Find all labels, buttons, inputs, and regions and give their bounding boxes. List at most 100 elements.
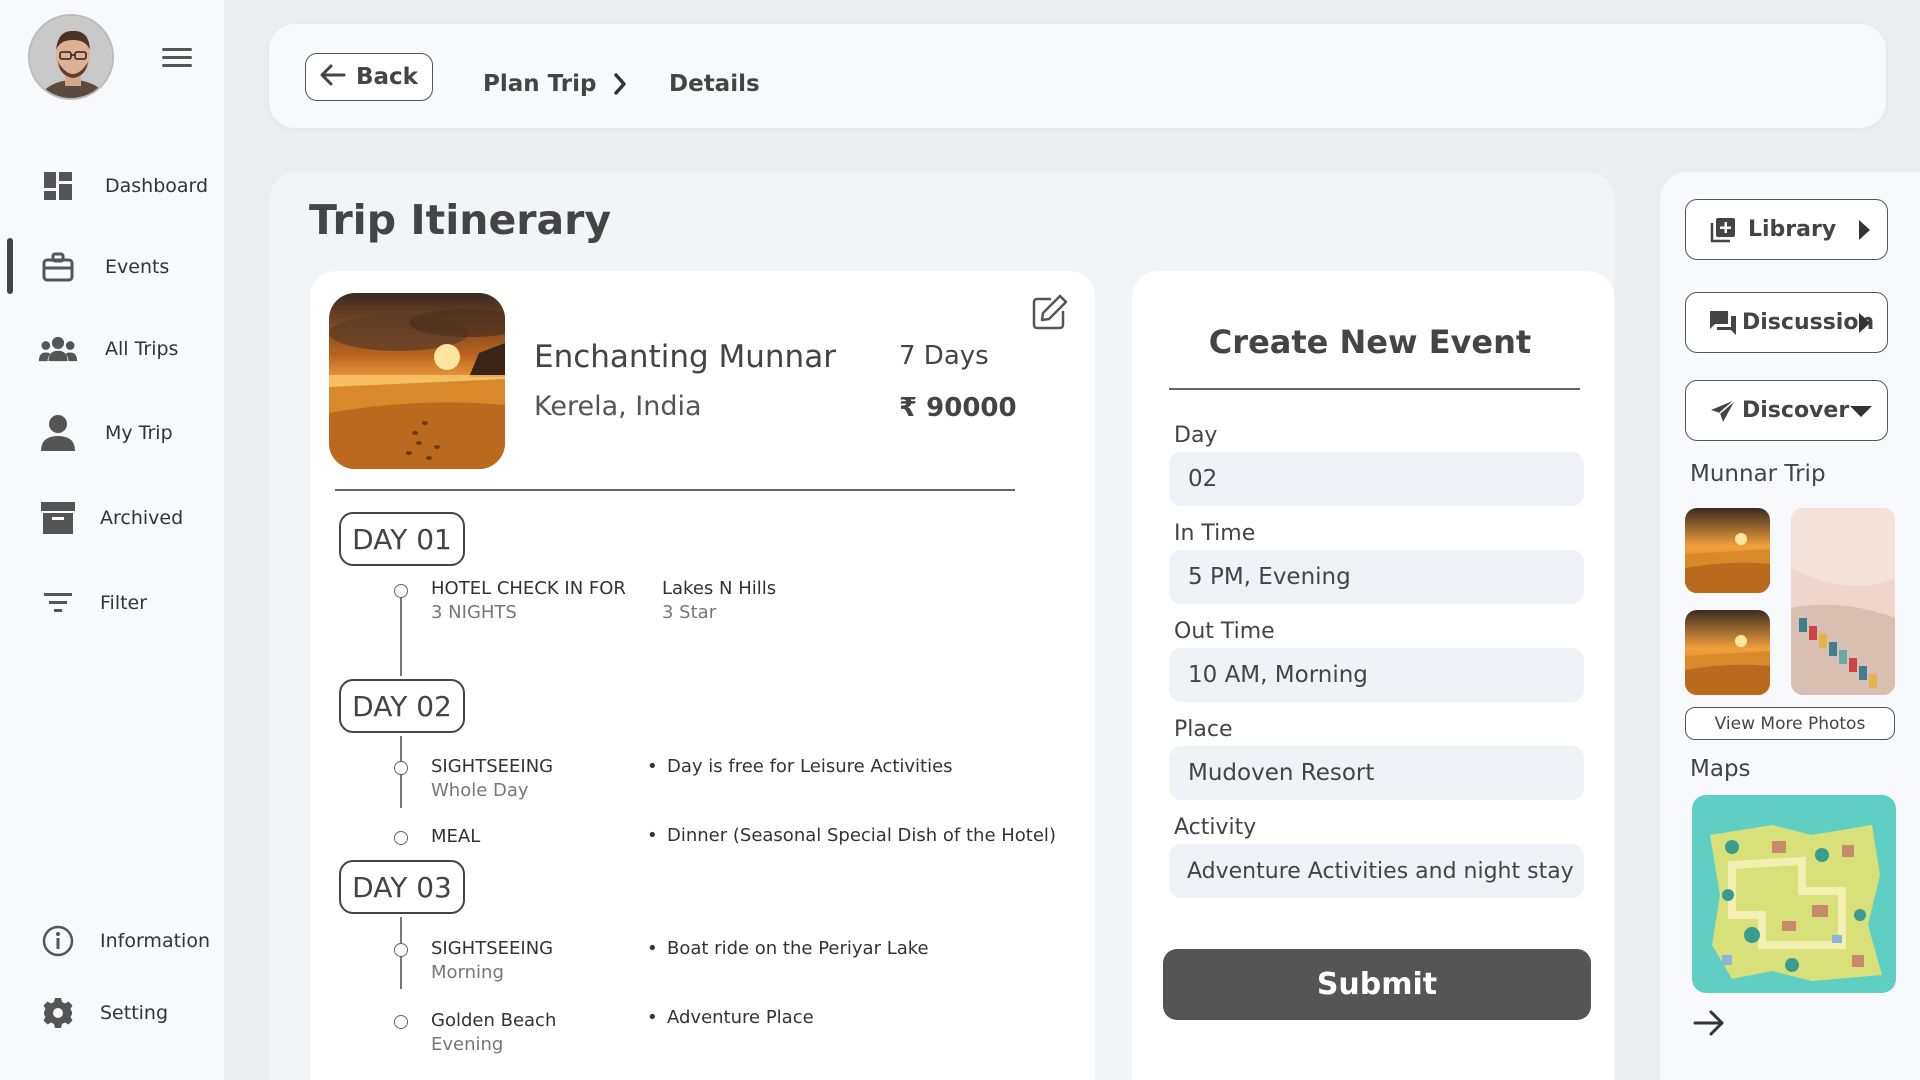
view-more-photos-button[interactable]: View More Photos — [1685, 707, 1895, 740]
page-title: Trip Itinerary — [309, 196, 612, 244]
sidebar-item-events[interactable]: Events — [0, 241, 224, 293]
discussion-button[interactable]: Discussion — [1685, 292, 1888, 353]
bullet: • — [647, 1007, 658, 1028]
event-note: Dinner (Seasonal Special Dish of the Hot… — [667, 825, 1056, 846]
discover-label: Discover — [1742, 398, 1850, 423]
form-title: Create New Event — [1208, 323, 1532, 361]
event-subtitle: Morning — [431, 962, 504, 983]
event-subtitle: 3 NIGHTS — [431, 602, 517, 623]
timeline-dot — [394, 1015, 408, 1029]
edit-icon[interactable] — [1031, 293, 1069, 331]
caret-right-icon — [1855, 219, 1873, 241]
timeline-dot — [394, 584, 408, 598]
library-label: Library — [1748, 217, 1837, 242]
event-note: Day is free for Leisure Activities — [667, 756, 953, 777]
breadcrumb-plan-trip[interactable]: Plan Trip — [483, 71, 597, 97]
activity-field[interactable]: Adventure Activities and night stay — [1169, 844, 1584, 898]
event-title: SIGHTSEEING — [431, 756, 554, 777]
event-subtitle: Whole Day — [431, 780, 529, 801]
sidebar-item-label: All Trips — [105, 338, 179, 360]
briefcase-icon — [38, 247, 78, 287]
sidebar-item-label: Setting — [100, 1002, 169, 1024]
bullet: • — [647, 938, 658, 959]
user-avatar[interactable] — [28, 14, 114, 100]
in-time-field[interactable]: 5 PM, Evening — [1169, 550, 1584, 604]
filter-icon — [38, 583, 78, 623]
in-time-label: In Time — [1174, 521, 1256, 546]
timeline-dot — [394, 831, 408, 845]
divider — [1169, 388, 1580, 390]
maps-title: Maps — [1690, 756, 1751, 782]
sidebar-item-all-trips[interactable]: All Trips — [0, 323, 224, 375]
sidebar-item-label: Filter — [100, 592, 148, 614]
submit-button[interactable]: Submit — [1163, 949, 1591, 1020]
timeline-dot — [394, 943, 408, 957]
event-note: Boat ride on the Periyar Lake — [667, 938, 929, 959]
menu-icon[interactable] — [162, 48, 192, 70]
day-label: Day — [1174, 423, 1218, 448]
bullet: • — [647, 756, 658, 777]
day-badge: DAY 01 — [339, 512, 465, 566]
sidebar-item-dashboard[interactable]: Dashboard — [0, 160, 224, 212]
chat-icon — [1709, 309, 1737, 337]
sidebar-item-label: Archived — [100, 507, 184, 529]
arrow-left-icon — [320, 64, 346, 90]
sidebar-item-information[interactable]: Information — [0, 915, 224, 967]
event-note: Adventure Place — [667, 1007, 814, 1028]
sidebar-item-label: My Trip — [105, 422, 173, 444]
itinerary-card: Enchanting Munnar Kerela, India 7 Days ₹… — [310, 271, 1095, 1080]
sidebar-item-my-trip[interactable]: My Trip — [0, 407, 224, 459]
event-detail-sub: 3 Star — [662, 602, 717, 623]
sidebar-item-label: Dashboard — [105, 175, 209, 197]
dashboard-icon — [38, 166, 78, 206]
sidebar-item-label: Information — [100, 930, 210, 952]
event-title: MEAL — [431, 826, 481, 847]
main-panel: Trip Itinerary Enchanting Munnar Kerela,… — [269, 172, 1615, 1080]
photo-thumbnail[interactable] — [1791, 508, 1895, 695]
sidebar-item-label: Events — [105, 256, 170, 278]
day-badge: DAY 03 — [339, 860, 465, 914]
activity-label: Activity — [1174, 815, 1257, 840]
right-panel: Library Discussion Discover Munnar Trip … — [1660, 172, 1920, 1080]
sidebar: Dashboard Events All Trips My Trip Archi… — [0, 0, 224, 1080]
group-icon — [38, 329, 78, 369]
day-field[interactable]: 02 — [1169, 452, 1584, 506]
trip-price: ₹ 90000 — [899, 393, 1017, 423]
timeline-line — [400, 591, 402, 676]
caret-right-icon — [1855, 312, 1873, 334]
trip-photo[interactable] — [329, 293, 505, 469]
timeline-dot — [394, 761, 408, 775]
person-icon — [38, 413, 78, 453]
discover-dropdown[interactable]: Discover — [1685, 380, 1888, 441]
trip-name: Enchanting Munnar — [534, 339, 836, 375]
back-button[interactable]: Back — [305, 53, 433, 101]
sidebar-item-archived[interactable]: Archived — [0, 492, 224, 544]
place-label: Place — [1174, 717, 1233, 742]
breadcrumb-details: Details — [669, 71, 760, 97]
info-icon — [38, 921, 78, 961]
archive-icon — [38, 498, 78, 538]
bullet: • — [647, 825, 658, 846]
sidebar-item-filter[interactable]: Filter — [0, 577, 224, 629]
back-label: Back — [356, 64, 418, 90]
header-bar: Back Plan Trip Details — [269, 24, 1886, 128]
out-time-field[interactable]: 10 AM, Morning — [1169, 648, 1584, 702]
library-add-icon — [1709, 216, 1737, 244]
photo-thumbnail[interactable] — [1685, 508, 1770, 593]
trip-duration: 7 Days — [899, 341, 989, 371]
photo-thumbnail[interactable] — [1685, 610, 1770, 695]
event-title: HOTEL CHECK IN FOR — [431, 578, 626, 599]
send-icon — [1709, 397, 1737, 425]
caret-down-icon — [1849, 400, 1873, 422]
chevron-right-icon — [613, 73, 627, 99]
trip-location: Kerela, India — [534, 391, 702, 422]
arrow-right-icon[interactable] — [1692, 1006, 1726, 1040]
out-time-label: Out Time — [1174, 619, 1275, 644]
library-button[interactable]: Library — [1685, 199, 1888, 260]
create-event-card: Create New Event Day 02 In Time 5 PM, Ev… — [1132, 271, 1614, 1080]
place-field[interactable]: Mudoven Resort — [1169, 746, 1584, 800]
sidebar-item-setting[interactable]: Setting — [0, 987, 224, 1039]
event-detail: Lakes N Hills — [662, 578, 777, 599]
map-thumbnail[interactable] — [1692, 795, 1896, 993]
photos-title: Munnar Trip — [1690, 461, 1826, 487]
